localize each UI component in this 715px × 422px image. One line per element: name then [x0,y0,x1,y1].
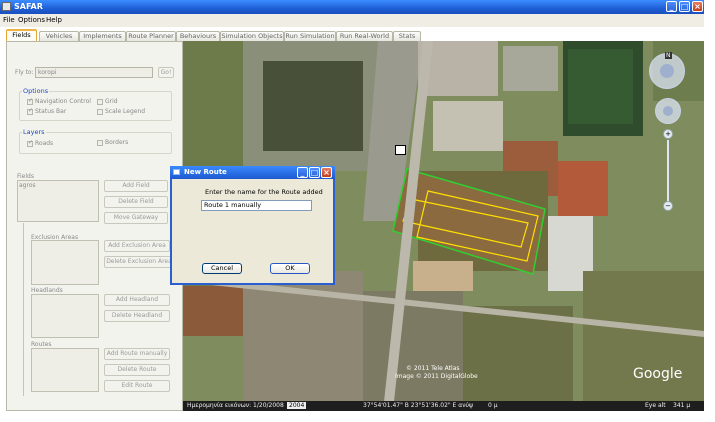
title-bar: SAFAR _ □ × [0,0,704,14]
menu-file[interactable]: File [3,16,15,24]
image-date: Ημερομηνία εικόνων: 1/20/2008 [187,402,284,409]
fields-label: Fields [17,173,34,180]
tab-run-real-world[interactable]: Run Real-World [336,31,393,41]
dialog-prompt: Enter the name for the Route added [205,188,323,196]
compass-control[interactable]: N [649,52,685,89]
ok-button[interactable]: OK [270,263,310,274]
tab-fields[interactable]: Fields [6,29,37,41]
dialog-title-bar: New Route _ □ × [170,166,335,179]
map-status-bar: Ημερομηνία εικόνων: 1/20/2008 2004 37°54… [183,401,704,411]
dialog-body: Enter the name for the Route added Route… [172,179,333,283]
roads-checkbox[interactable] [27,139,33,147]
tree-line [23,223,24,396]
fly-to-label: Fly to: [15,69,34,76]
navigation-control-label: Navigation Control [35,98,91,105]
coordinates-readout: 37°54'01.47" B 23°51'36.02" E ανύψ [363,402,473,409]
menu-help[interactable]: Help [46,16,62,24]
altitude-readout: 0 μ [488,402,498,409]
google-logo: Google [633,366,683,382]
routes-list[interactable] [31,348,99,392]
tab-behaviours[interactable]: Behaviours [176,31,220,41]
cancel-button[interactable]: Cancel [202,263,242,274]
copyright-tele-atlas: © 2011 Tele Atlas [406,365,460,372]
tab-stats[interactable]: Stats [393,31,421,41]
borders-label: Borders [105,139,129,146]
dialog-minimize-icon[interactable]: _ [297,167,308,178]
look-joystick-icon[interactable] [660,64,674,78]
status-bar-checkbox[interactable] [27,107,33,115]
eye-alt-value: 341 μ [673,402,691,409]
headlands-list[interactable] [31,294,99,338]
new-route-dialog: New Route _ □ × Enter the name for the R… [170,166,335,285]
headlands-label: Headlands [31,287,63,294]
add-field-button[interactable]: Add Field [104,180,168,192]
layers-header: Layers [22,128,46,136]
navigation-control-checkbox[interactable] [27,97,33,105]
grid-checkbox[interactable] [97,99,103,105]
close-icon[interactable]: × [692,1,703,12]
routes-label: Routes [31,341,52,348]
tab-bar: Fields Vehicles Implements Route Planner… [6,29,704,41]
minimize-icon[interactable]: _ [666,1,677,12]
delete-exclusion-area-button[interactable]: Delete Exclusion Area [104,256,174,268]
maximize-icon[interactable]: □ [679,1,690,12]
year-badge: 2004 [287,402,307,409]
fields-panel: Fly to: koropi Go! Options Navigation Co… [6,41,183,411]
pan-control[interactable] [655,98,681,124]
go-button[interactable]: Go! [158,67,174,78]
add-route-manually-button[interactable]: Add Route manually [104,348,170,360]
add-headland-button[interactable]: Add Headland [104,294,170,306]
tab-route-planner[interactable]: Route Planner [126,31,176,41]
pan-joystick-icon[interactable] [663,106,673,116]
edit-route-button[interactable]: Edit Route [104,380,170,392]
delete-field-button[interactable]: Delete Field [104,196,168,208]
app-icon [2,2,11,11]
scale-legend-checkbox[interactable] [97,109,103,115]
compass-north-label: N [665,52,672,59]
menu-options[interactable]: Options [18,16,45,24]
borders-checkbox[interactable] [97,140,103,146]
roads-label: Roads [35,140,54,147]
grid-label: Grid [105,98,118,105]
options-header: Options [22,87,50,95]
exclusion-areas-list[interactable] [31,240,99,285]
tab-simulation-objects[interactable]: Simulation Objects [220,31,284,41]
eye-alt-label: Eye alt [645,402,666,409]
dialog-title: New Route [184,168,227,176]
options-group [19,91,172,121]
move-gateway-button[interactable]: Move Gateway [104,212,168,224]
menu-bar: File Options Help [0,14,704,27]
add-exclusion-area-button[interactable]: Add Exclusion Area [104,240,170,252]
scale-legend-label: Scale Legend [105,108,146,115]
delete-route-button[interactable]: Delete Route [104,364,170,376]
window-title: SAFAR [14,2,43,11]
route-name-input[interactable]: Route 1 manually [201,200,312,211]
status-bar-label: Status Bar [35,108,67,115]
fields-list[interactable]: agros [17,180,99,222]
gateway-marker-icon[interactable] [395,145,406,155]
fly-to-input[interactable]: koropi [35,67,153,78]
tab-implements[interactable]: Implements [79,31,126,41]
tab-vehicles[interactable]: Vehicles [39,31,79,41]
delete-headland-button[interactable]: Delete Headland [104,310,170,322]
zoom-out-icon[interactable]: − [663,201,673,211]
tab-run-simulation[interactable]: Run Simulation [284,31,336,41]
copyright-digitalglobe: Image © 2011 DigitalGlobe [395,373,478,380]
dialog-close-icon[interactable]: × [321,167,332,178]
zoom-in-icon[interactable]: + [663,129,673,139]
dialog-maximize-icon[interactable]: □ [309,167,320,178]
zoom-slider-track[interactable] [667,140,669,202]
list-item[interactable]: agros [19,182,97,189]
dialog-icon [173,169,180,175]
